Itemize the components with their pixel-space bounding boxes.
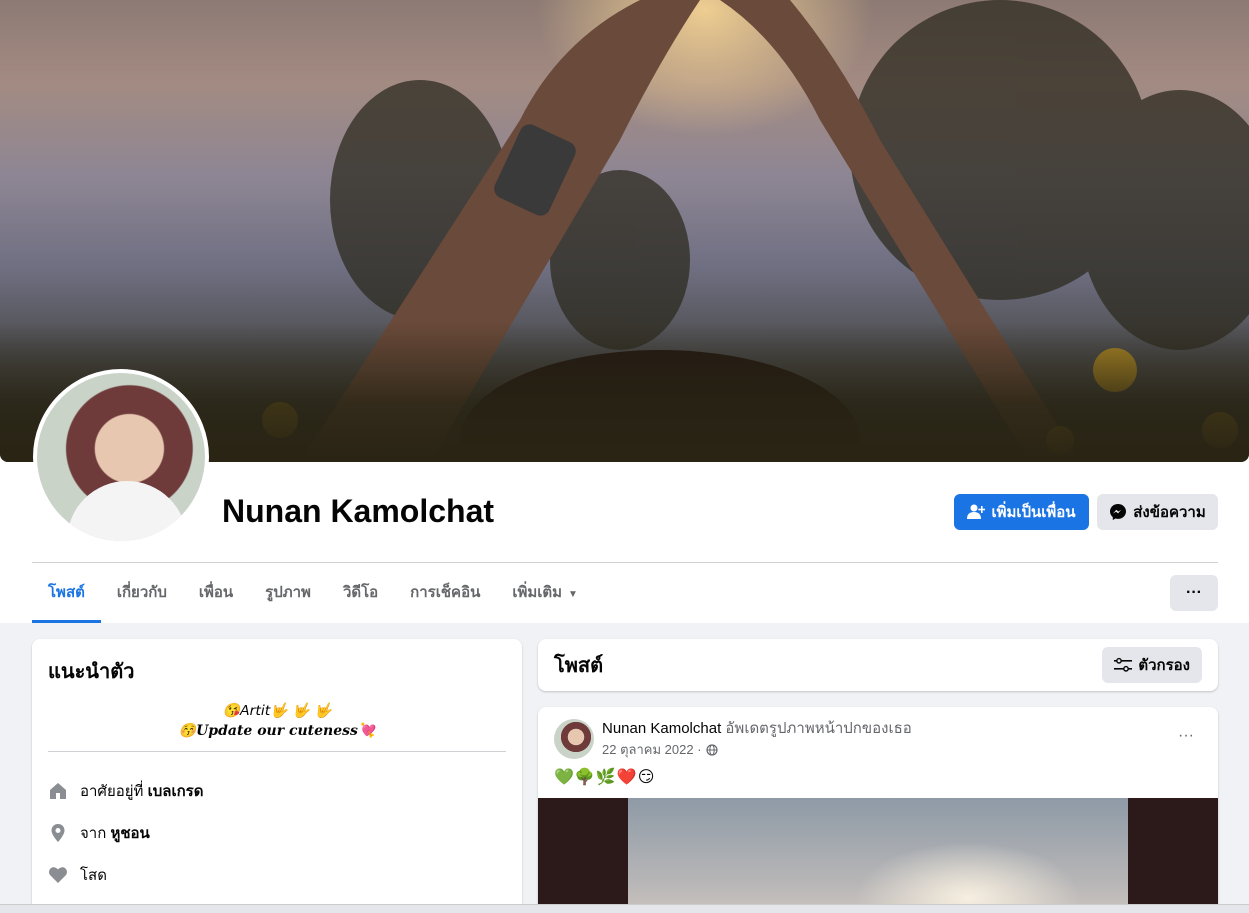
bottom-scroll-bar (0, 904, 1249, 913)
post-meta: 22 ตุลาคม 2022 · (602, 739, 912, 760)
send-message-label: ส่งข้อความ (1133, 504, 1206, 521)
tab-checkins[interactable]: การเช็คอิน (394, 563, 496, 623)
messenger-icon (1110, 504, 1127, 520)
filter-label: ตัวกรอง (1138, 657, 1190, 674)
add-friend-label: เพิ่มเป็นเพื่อน (991, 504, 1076, 521)
filter-button[interactable]: ตัวกรอง (1102, 647, 1202, 683)
post-title: Nunan Kamolchat อัพเดตรูปภาพหน้าปกของเธอ (602, 719, 912, 739)
bio-line-1: 😘𝘈𝘳𝘵𝘪𝘵🤟 🤟 🤟 (222, 703, 332, 719)
from-row: จาก หูชอน (48, 812, 506, 854)
post-header: Nunan Kamolchat อัพเดตรูปภาพหน้าปกของเธอ… (554, 719, 912, 760)
tab-more[interactable]: เพิ่มเติม ▼ (496, 563, 594, 623)
post-action: อัพเดตรูปภาพหน้าปกของเธอ (725, 720, 912, 737)
post-card: Nunan Kamolchat อัพเดตรูปภาพหน้าปกของเธอ… (538, 707, 1218, 913)
globe-icon (705, 743, 718, 756)
tab-more-label: เพิ่มเติม (512, 584, 563, 601)
caret-down-icon: ▼ (568, 589, 578, 600)
profile-header: Nunan Kamolchat เพิ่มเป็นเพื่อน ส่งข้อคว… (0, 0, 1249, 623)
post-image[interactable] (538, 798, 1218, 913)
send-message-button[interactable]: ส่งข้อความ (1097, 494, 1218, 530)
post-more-button[interactable]: ··· (1178, 727, 1194, 745)
tab-photos[interactable]: รูปภาพ (249, 563, 327, 623)
posts-header-card: โพสต์ ตัวกรอง (538, 639, 1218, 691)
tab-about[interactable]: เกี่ยวกับ (101, 563, 183, 623)
profile-avatar[interactable] (33, 369, 209, 545)
posts-title: โพสต์ (554, 655, 604, 677)
cover-photo[interactable] (0, 0, 1249, 462)
intro-title: แนะนำตัว (48, 661, 135, 683)
lives-in-prefix: อาศัยอยู่ที่ (80, 783, 144, 800)
relationship-row: โสด (48, 854, 506, 896)
bio-line-2: 😚𝑼𝒑𝒅𝒂𝒕𝒆 𝒐𝒖𝒓 𝒄𝒖𝒕𝒆𝒏𝒆𝒔𝒔💘 (178, 723, 376, 739)
intro-bio: 😘𝘈𝘳𝘵𝘪𝘵🤟 🤟 🤟 😚𝑼𝒑𝒅𝒂𝒕𝒆 𝒐𝒖𝒓 𝒄𝒖𝒕𝒆𝒏𝒆𝒔𝒔💘 (48, 701, 506, 741)
profile-more-button[interactable]: ··· (1170, 575, 1218, 611)
tab-posts[interactable]: โพสต์ (32, 563, 101, 623)
post-date[interactable]: 22 ตุลาคม 2022 · (602, 739, 702, 760)
from-value[interactable]: หูชอน (110, 825, 149, 842)
profile-name: Nunan Kamolchat (222, 493, 495, 529)
intro-card: แนะนำตัว 😘𝘈𝘳𝘵𝘪𝘵🤟 🤟 🤟 😚𝑼𝒑𝒅𝒂𝒕𝒆 𝒐𝒖𝒓 𝒄𝒖𝒕𝒆𝒏𝒆𝒔… (32, 639, 522, 913)
lives-in-row: อาศัยอยู่ที่ เบลเกรด (48, 770, 506, 812)
heart-icon (48, 865, 68, 885)
tab-videos[interactable]: วิดีโอ (327, 563, 394, 623)
location-pin-icon (48, 823, 68, 843)
profile-tabs: โพสต์ เกี่ยวกับ เพื่อน รูปภาพ วิดีโอ การ… (32, 563, 594, 623)
intro-divider (48, 751, 506, 752)
post-author-avatar[interactable] (554, 719, 594, 759)
from-prefix: จาก (80, 825, 107, 842)
post-author-name[interactable]: Nunan Kamolchat (602, 720, 721, 737)
home-icon (48, 781, 68, 801)
lives-in-value[interactable]: เบลเกรด (148, 783, 204, 800)
add-friend-button[interactable]: เพิ่มเป็นเพื่อน (954, 494, 1089, 530)
tab-friends[interactable]: เพื่อน (183, 563, 249, 623)
post-text: 💚🌳🌿❤️😏 (554, 769, 656, 786)
relationship-status: โสด (80, 867, 107, 884)
filter-sliders-icon (1114, 657, 1133, 672)
add-friend-icon (967, 504, 986, 519)
